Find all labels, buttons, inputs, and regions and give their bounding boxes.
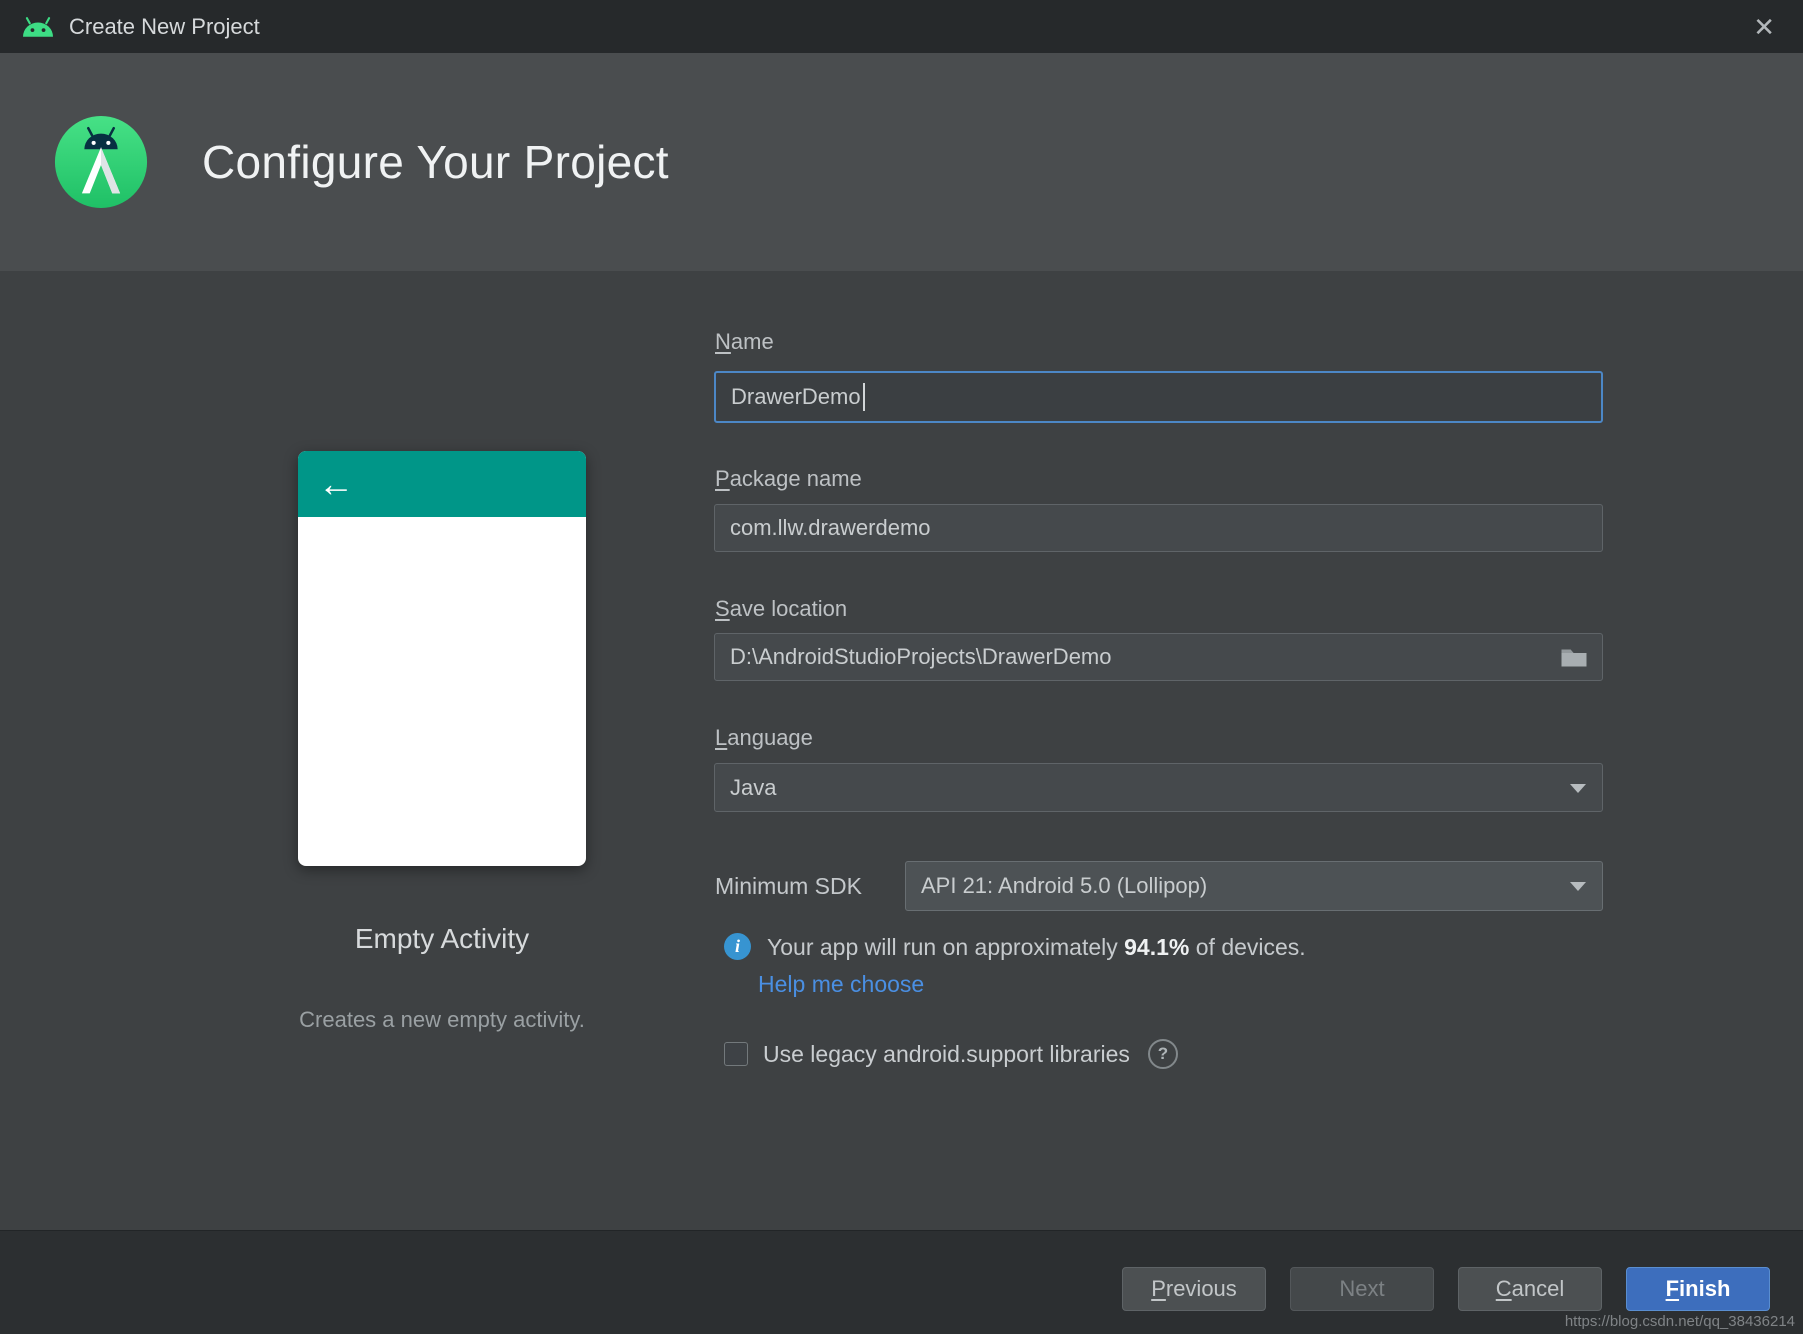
min-sdk-value: API 21: Android 5.0 (Lollipop) [921, 873, 1207, 899]
save-location-input[interactable]: D:\AndroidStudioProjects\DrawerDemo [714, 633, 1603, 681]
min-sdk-label: Minimum SDK [715, 861, 862, 911]
min-sdk-dropdown[interactable]: API 21: Android 5.0 (Lollipop) [905, 861, 1603, 911]
android-studio-logo [52, 113, 150, 211]
finish-button[interactable]: Finish [1626, 1267, 1770, 1311]
page-title: Configure Your Project [202, 135, 669, 189]
next-button[interactable]: Next [1290, 1267, 1434, 1311]
create-new-project-window: Create New Project ✕ Configure Your Proj… [0, 0, 1803, 1334]
wizard-buttons: Previous Next Cancel Finish [1122, 1267, 1770, 1311]
min-sdk-row: Minimum SDK API 21: Android 5.0 (Lollipo… [714, 861, 1603, 911]
wizard-header: Configure Your Project [0, 53, 1803, 271]
save-location-value: D:\AndroidStudioProjects\DrawerDemo [730, 644, 1112, 670]
legacy-support-label[interactable]: Use legacy android.support libraries [763, 1041, 1130, 1068]
legacy-support-row: Use legacy android.support libraries ? [724, 1039, 1178, 1069]
android-icon [20, 15, 56, 39]
cancel-button[interactable]: Cancel [1458, 1267, 1602, 1311]
text-caret [863, 383, 865, 411]
watermark: https://blog.csdn.net/qq_38436214 [1565, 1313, 1795, 1330]
language-value: Java [730, 775, 776, 801]
wizard-content: ← Empty Activity Creates a new empty act… [0, 271, 1803, 1230]
save-location-label: Save location [715, 596, 847, 622]
activity-name: Empty Activity [242, 923, 642, 955]
titlebar: Create New Project ✕ [0, 0, 1803, 53]
back-arrow-icon: ← [318, 466, 354, 502]
language-label: Language [715, 725, 813, 751]
package-name-input[interactable]: com.llw.drawerdemo [714, 504, 1603, 552]
close-icon: ✕ [1753, 12, 1775, 42]
preview-appbar: ← [298, 451, 586, 517]
help-me-choose-link[interactable]: Help me choose [758, 971, 924, 998]
activity-preview: ← [298, 451, 586, 866]
activity-description: Creates a new empty activity. [202, 1007, 682, 1033]
folder-icon [1560, 646, 1588, 668]
name-input[interactable]: DrawerDemo [714, 371, 1603, 423]
chevron-down-icon [1570, 882, 1586, 891]
wizard-footer: Previous Next Cancel Finish https://blog… [0, 1230, 1803, 1334]
close-button[interactable]: ✕ [1745, 10, 1783, 44]
name-value: DrawerDemo [731, 384, 861, 410]
name-label: Name [715, 329, 774, 355]
language-dropdown[interactable]: Java [714, 763, 1603, 812]
device-coverage-info: i Your app will run on approximately 94.… [724, 933, 1306, 961]
browse-folder-button[interactable] [1558, 644, 1590, 670]
chevron-down-icon [1570, 784, 1586, 793]
package-name-label: Package name [715, 466, 862, 492]
legacy-support-checkbox[interactable] [724, 1042, 748, 1066]
info-icon: i [724, 933, 751, 960]
coverage-percent: 94.1% [1124, 934, 1189, 960]
previous-button[interactable]: Previous [1122, 1267, 1266, 1311]
help-icon[interactable]: ? [1148, 1039, 1178, 1069]
package-name-value: com.llw.drawerdemo [730, 515, 931, 541]
device-coverage-text: Your app will run on approximately 94.1%… [767, 933, 1306, 961]
window-title: Create New Project [69, 14, 260, 40]
